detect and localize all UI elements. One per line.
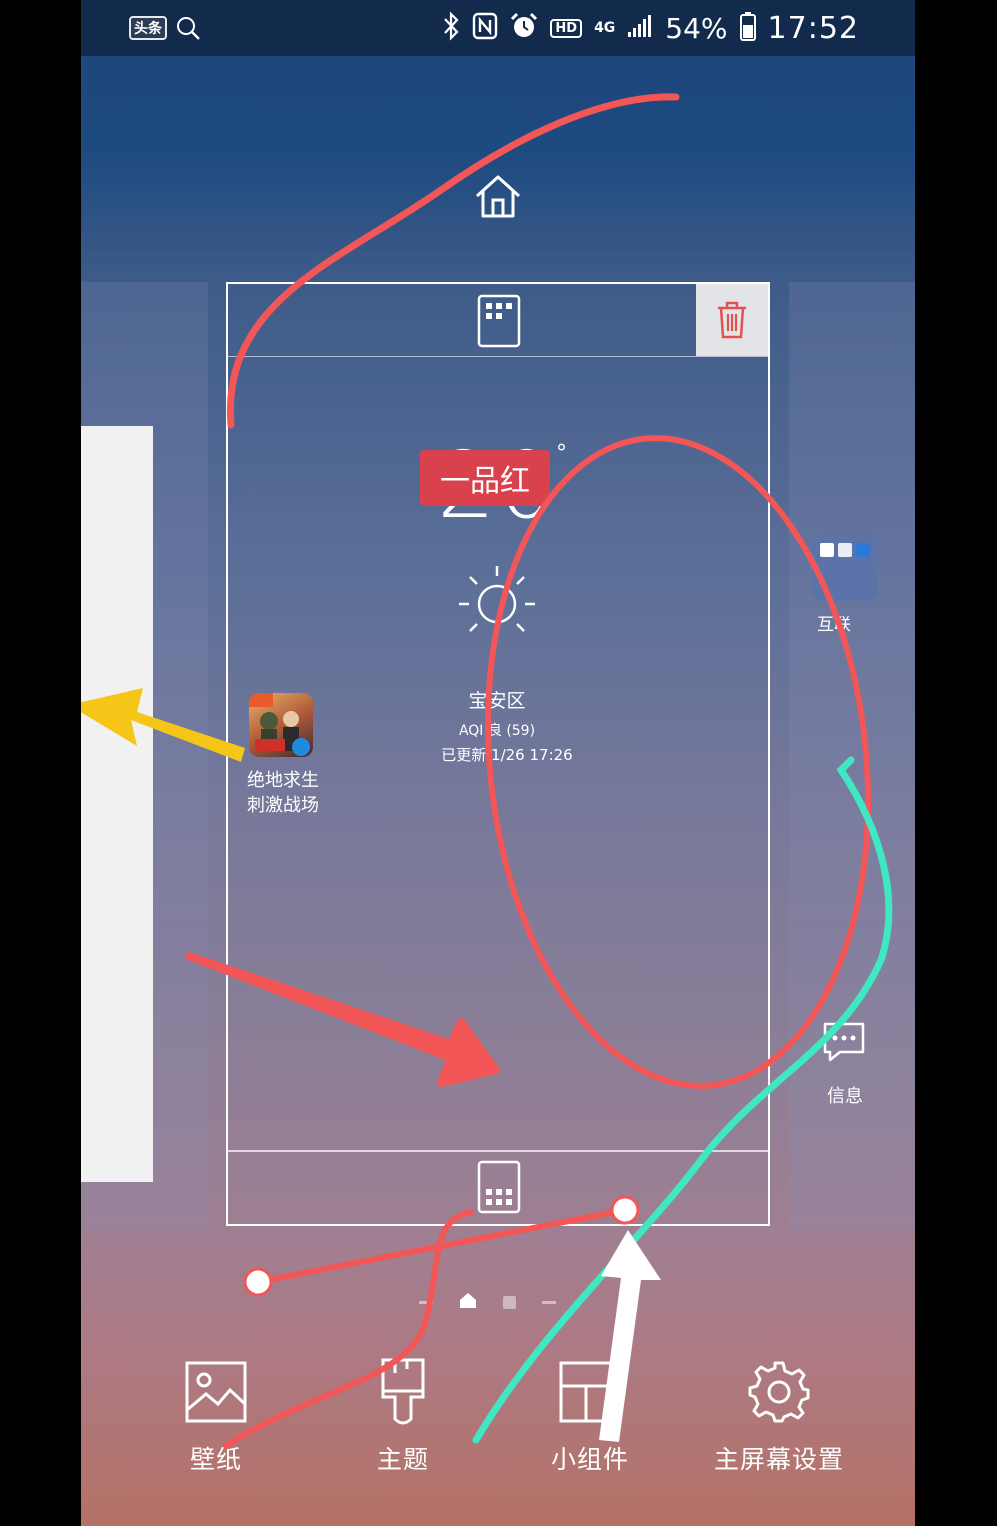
toutiao-badge: 头条: [129, 16, 167, 40]
gear-icon: [704, 1356, 854, 1428]
network-label: 4G: [594, 20, 616, 36]
theme-label: 主题: [376, 1445, 429, 1474]
home-icon[interactable]: [473, 172, 523, 222]
page-indicators: [419, 1290, 579, 1314]
messages-icon[interactable]: [822, 1020, 866, 1068]
wallpaper-button[interactable]: 壁纸: [141, 1356, 291, 1476]
phone-screen: 头条 HD 4G 54% 17:52 ° 一品红 宝安区 AQI 良 (59) …: [81, 0, 915, 1526]
page-indicator-home[interactable]: [459, 1291, 477, 1313]
left-page-widget: [81, 426, 153, 1182]
app-label-line2: 刺激战场: [247, 795, 319, 816]
hd-icon: HD: [550, 18, 583, 38]
page-indicator-left[interactable]: [419, 1300, 433, 1304]
search-icon: [175, 8, 201, 48]
battery-percent: 54%: [665, 11, 728, 45]
signal-icon: [627, 14, 653, 43]
weather-updated: 已更新 1/26 17:26: [441, 746, 573, 764]
pubg-icon[interactable]: [249, 693, 313, 757]
status-bar: 头条 HD 4G 54% 17:52: [81, 0, 915, 56]
degree-symbol: °: [556, 441, 567, 466]
weather-aqi: AQI 良 (59): [458, 723, 536, 739]
page-indicator-add[interactable]: [542, 1300, 556, 1304]
grid-icon[interactable]: [477, 1160, 521, 1218]
home-settings-label: 主屏幕设置: [713, 1445, 844, 1474]
paintbrush-icon: [328, 1356, 478, 1428]
status-icons: HD 4G 54% 17:52: [442, 8, 859, 48]
home-settings-button[interactable]: 主屏幕设置: [704, 1356, 854, 1476]
theme-button[interactable]: 主题: [328, 1356, 478, 1476]
folder-label[interactable]: 互联: [817, 610, 877, 635]
toutiao-icon: 头条: [129, 8, 167, 48]
widgets-icon: [515, 1356, 665, 1428]
clock: 17:52: [767, 10, 859, 46]
red-dot-left: [243, 1267, 273, 1297]
grid-icon[interactable]: [477, 294, 521, 352]
battery-icon: [739, 11, 756, 46]
page-indicator-right[interactable]: [503, 1295, 516, 1309]
widgets-label: 小组件: [550, 1445, 629, 1474]
preview-bottom-bar: [228, 1150, 768, 1224]
app-label-pubg[interactable]: 绝地求生 刺激战场: [231, 768, 335, 818]
widgets-button[interactable]: 小组件: [515, 1356, 665, 1476]
wallpaper-label: 壁纸: [189, 1445, 242, 1474]
trash-icon[interactable]: [696, 284, 768, 356]
image-icon: [141, 1356, 291, 1428]
sun-icon: [453, 562, 541, 646]
nfc-icon: [472, 12, 498, 45]
folder-icon[interactable]: [812, 535, 878, 601]
preview-top-bar: [228, 284, 768, 357]
bluetooth-icon: [442, 10, 460, 46]
weather-location: 宝安区: [468, 690, 526, 712]
app-label-line1: 绝地求生: [247, 770, 319, 791]
alarm-icon: [510, 12, 538, 45]
ad-badge[interactable]: 一品红: [420, 450, 550, 506]
messages-label[interactable]: 信息: [815, 1082, 875, 1108]
